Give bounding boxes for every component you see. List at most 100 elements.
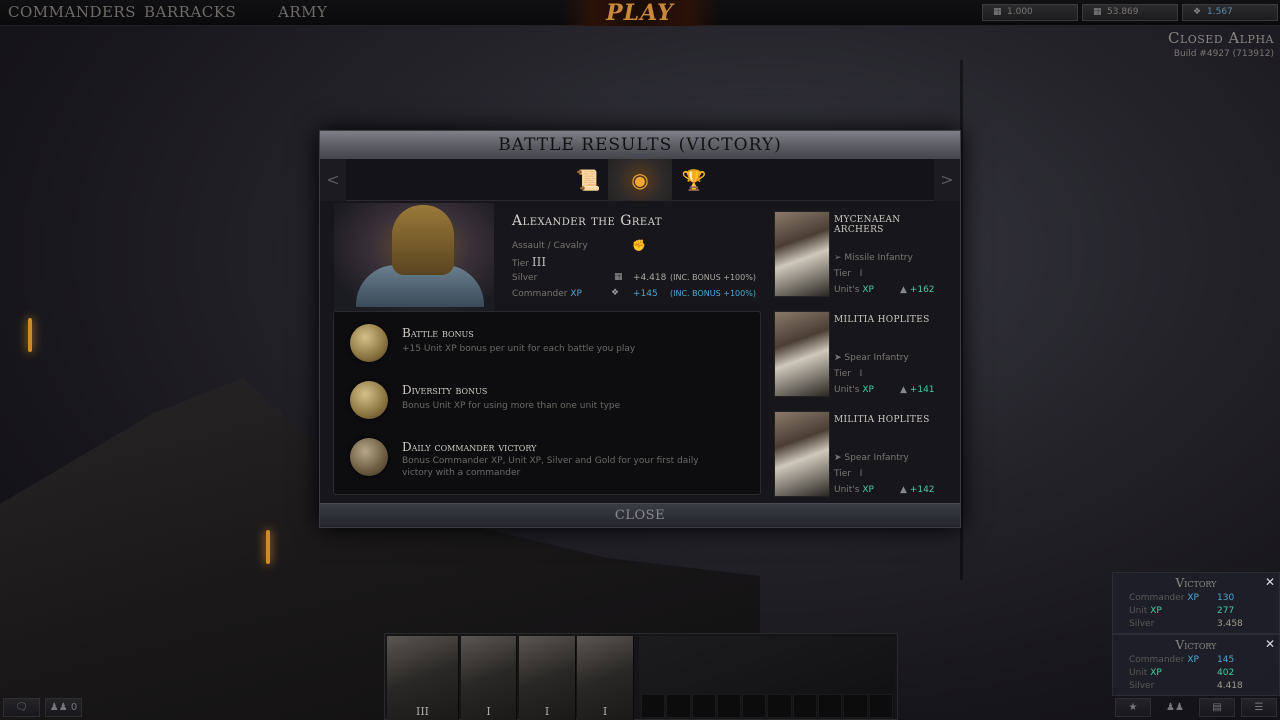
unit-result-card: Militia Hoplites ➤ Spear Infantry Tier I…: [772, 411, 952, 499]
empty-slot[interactable]: [742, 694, 767, 718]
gold-counter: ▦ 1.000: [982, 4, 1078, 21]
unit-portrait: [774, 411, 830, 497]
build-title: Closed Alpha: [1167, 29, 1274, 47]
gold-icon: ▦: [993, 7, 1002, 17]
assault-fist-icon: ✊: [632, 239, 646, 252]
silver-counter: ▦ 53.869: [1082, 4, 1178, 21]
next-tab-arrow[interactable]: >: [934, 159, 960, 201]
build-number: Build #4927 (713912): [1173, 49, 1274, 59]
commander-tier: Tier III: [512, 255, 547, 269]
victory-notification[interactable]: Victory ✕ Commander XP 130 Unit XP 277 S…: [1112, 572, 1280, 634]
people-icon: ♟♟: [49, 702, 68, 713]
army-slot-unit[interactable]: I: [519, 636, 576, 720]
bonus-list: Battle bonus +15 Unit XP bonus per unit …: [333, 311, 761, 495]
results-tabs: < 📜 ◉ 🏆 >: [320, 159, 960, 201]
dialog-title: BATTLE RESULTS (VICTORY): [320, 131, 960, 159]
commander-portrait: [334, 203, 494, 311]
empty-slot[interactable]: [666, 694, 691, 718]
tab-summary[interactable]: 📜: [572, 159, 604, 201]
id-card-icon: ▤: [1212, 702, 1222, 713]
notification-silver: 3.458: [1217, 619, 1243, 629]
commander-name: Alexander the Great: [512, 213, 663, 229]
nav-barracks[interactable]: BARRACKS: [144, 3, 236, 21]
tab-details[interactable]: ◉: [608, 159, 672, 201]
notification-commander-xp: 130: [1217, 593, 1235, 603]
commander-xp-icon: ❖: [1193, 7, 1202, 17]
unit-result-card: Militia Hoplites ➤ Spear Infantry Tier I…: [772, 311, 952, 399]
play-button[interactable]: PLAY: [560, 0, 720, 26]
army-slot-unit[interactable]: I: [461, 636, 517, 720]
commander-xp-label: Commander XP: [512, 289, 582, 299]
victory-notification[interactable]: Victory ✕ Commander XP 145 Unit XP 402 S…: [1112, 634, 1280, 696]
diversity-coin-icon: [350, 381, 388, 419]
army-empty-slots: [641, 694, 893, 718]
commander-xp-icon: ❖: [611, 288, 620, 298]
tab-trophy[interactable]: 🏆: [678, 159, 710, 201]
unit-xp-value: ▲ +141: [900, 385, 935, 395]
silver-reward: +4.418: [633, 273, 667, 283]
prev-tab-arrow[interactable]: <: [320, 159, 346, 201]
unit-xp-icon: ▲: [900, 385, 907, 395]
nav-commanders[interactable]: COMMANDERS: [8, 3, 136, 21]
spear-icon: ➤: [834, 353, 842, 363]
bow-icon: ➢: [834, 253, 842, 263]
empty-slot[interactable]: [767, 694, 792, 718]
background-ember: [28, 318, 32, 352]
commander-summary: Alexander the Great Assault / Cavalry ✊ …: [320, 203, 770, 311]
silver-icon: ▦: [614, 272, 623, 282]
close-button[interactable]: CLOSE: [320, 503, 960, 527]
party-icon: ♟♟: [1166, 702, 1184, 713]
army-slot-commander[interactable]: III: [387, 636, 459, 720]
spear-icon: ➤: [834, 453, 842, 463]
star-icon: ★: [1128, 702, 1138, 713]
close-icon[interactable]: ✕: [1265, 637, 1275, 651]
unit-xp-icon: ▲: [900, 485, 907, 495]
silver-bonus: (INC. BONUS +100%): [670, 273, 756, 282]
notification-commander-xp: 145: [1217, 655, 1235, 665]
silver-icon: ▦: [1093, 7, 1102, 17]
empty-slot[interactable]: [641, 694, 666, 718]
empty-slot[interactable]: [818, 694, 843, 718]
notification-silver: 4.418: [1217, 681, 1243, 691]
top-nav-bar: COMMANDERS BARRACKS ARMY PLAY ▦ 1.000 ▦ 53…: [0, 0, 1280, 26]
unit-xp-icon: ▲: [900, 285, 907, 295]
profile-button[interactable]: ▤: [1199, 698, 1235, 717]
notification-unit-xp: 277: [1217, 606, 1235, 616]
empty-slot[interactable]: [691, 694, 716, 718]
unit-result-card: Mycenaean Archers ➢ Missile Infantry Tie…: [772, 211, 952, 299]
eye-icon: ◉: [631, 168, 649, 192]
empty-slot[interactable]: [843, 694, 868, 718]
silver-label: Silver: [512, 273, 538, 283]
background-ember: [266, 530, 270, 564]
empty-slot[interactable]: [868, 694, 893, 718]
army-slot-unit[interactable]: I: [577, 636, 634, 720]
hamburger-menu-icon: ☰: [1254, 702, 1264, 713]
commander-xp-bonus: (INC. BONUS +100%): [670, 289, 756, 298]
friends-button[interactable]: ♟♟ 0: [45, 698, 82, 717]
scroll-icon: 📜: [575, 168, 601, 192]
battle-coin-icon: [350, 324, 388, 362]
unit-portrait: [774, 311, 830, 397]
commander-class: Assault / Cavalry: [512, 241, 588, 251]
unit-xp-value: ▲ +162: [900, 285, 935, 295]
notification-unit-xp: 402: [1217, 668, 1235, 678]
close-icon[interactable]: ✕: [1265, 575, 1275, 589]
party-button[interactable]: ♟♟: [1157, 698, 1193, 717]
empty-slot[interactable]: [792, 694, 818, 718]
army-bar: III I I I: [384, 633, 898, 720]
commander-xp-counter: ❖ 1.567: [1182, 4, 1278, 21]
unit-xp-value: ▲ +142: [900, 485, 935, 495]
menu-button[interactable]: ☰: [1241, 698, 1277, 717]
favorites-button[interactable]: ★: [1115, 698, 1151, 717]
daily-victory-coin-icon: [350, 438, 388, 476]
chat-bubble-icon: 🗨: [15, 702, 28, 713]
chat-button[interactable]: 🗨: [3, 698, 40, 717]
empty-slot[interactable]: [716, 694, 742, 718]
nav-army[interactable]: ARMY: [278, 3, 327, 21]
trophy-icon: 🏆: [681, 168, 707, 192]
background-tree: [960, 60, 1220, 580]
commander-xp-reward: +145: [633, 289, 658, 299]
unit-portrait: [774, 211, 830, 297]
battle-results-dialog: BATTLE RESULTS (VICTORY) < 📜 ◉ 🏆 > Alexa…: [319, 130, 961, 528]
build-info: Closed Alpha Build #4927 (713912): [1168, 29, 1274, 59]
